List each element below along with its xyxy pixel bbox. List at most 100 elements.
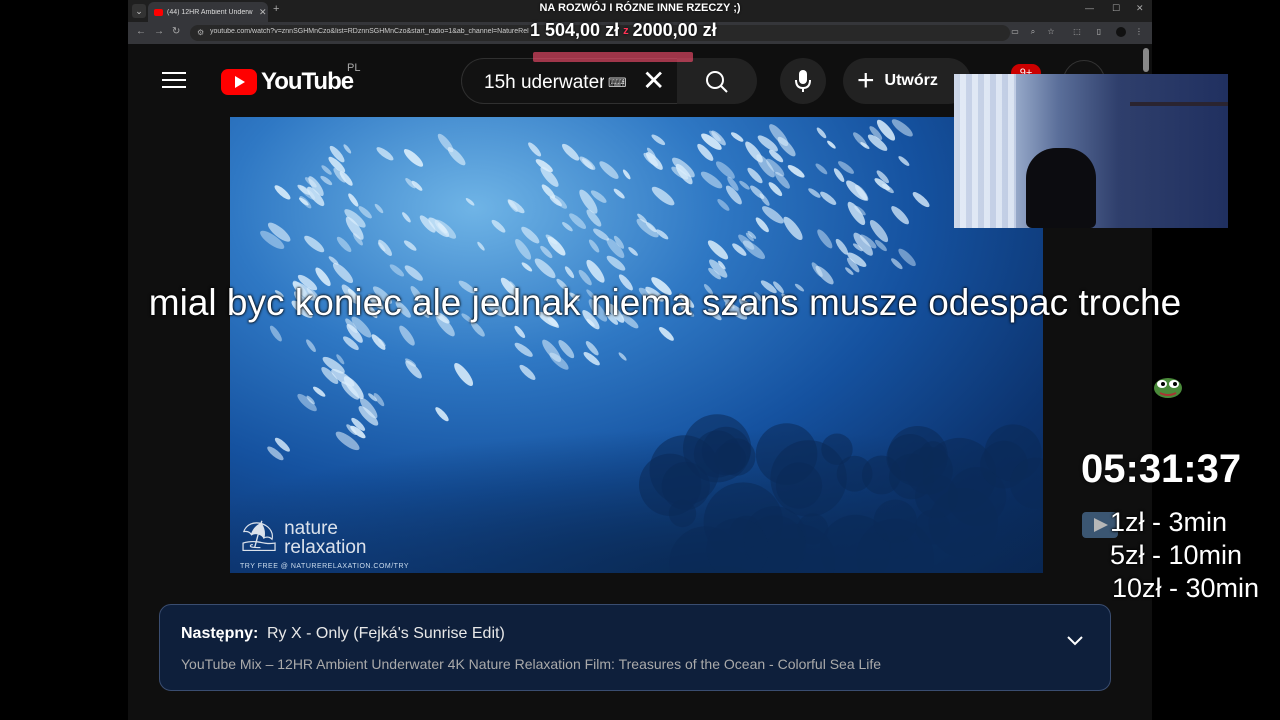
up-next-panel[interactable]: Następny: Ry X - Only (Fejká's Sunrise E… [159, 604, 1111, 691]
fish [817, 229, 833, 249]
fish [707, 240, 729, 260]
watermark-url: TRY FREE @ NATURERELAXATION.COM/TRY [240, 563, 410, 570]
fish [562, 222, 573, 232]
fish [588, 239, 600, 253]
fish [477, 241, 485, 251]
search-input[interactable] [482, 71, 606, 95]
rate-line: 1zł - 3min [1110, 507, 1228, 537]
fish [343, 144, 352, 154]
bookmark-star-icon[interactable]: ☆ [1046, 27, 1056, 37]
reef-coral [836, 455, 873, 492]
stream-goal-title: NA ROZWÓJ I RÓZNE INNE RZECZY ;) [539, 2, 741, 14]
fish [508, 199, 525, 214]
fish [815, 163, 828, 175]
webcam-overlay [954, 74, 1228, 228]
scrollbar-thumb[interactable] [1143, 48, 1149, 72]
rate-line: 5zł - 10min [1110, 540, 1243, 570]
goal-current: 1 504,00 zł [530, 20, 620, 40]
fish [618, 352, 627, 361]
chevron-down-icon[interactable] [1066, 635, 1084, 647]
fish [755, 217, 769, 233]
stream-caption: mial byc koniec ale jednak niema szans m… [148, 282, 1182, 323]
fish [593, 228, 610, 241]
create-label: Utwórz [884, 72, 938, 89]
fish [628, 246, 638, 256]
fish [437, 133, 454, 153]
up-next-label: Następny: [181, 625, 259, 642]
search-box[interactable]: ⌨ ✕ [461, 58, 677, 104]
fish [514, 325, 526, 339]
fish [269, 325, 282, 342]
video-player[interactable]: ⛱ nature relaxation TRY FREE @ NATUREREL… [230, 117, 1043, 573]
fish [651, 134, 666, 146]
youtube-logo-text: YouTube [261, 68, 354, 95]
voice-search-button[interactable] [780, 58, 826, 104]
fish [376, 147, 394, 161]
install-app-icon[interactable]: ▭ [1010, 27, 1020, 37]
reef-coral [915, 474, 959, 519]
fish [599, 161, 619, 179]
reload-icon[interactable]: ↻ [172, 26, 180, 37]
fish [514, 342, 533, 357]
fish [816, 127, 827, 139]
fish-school-scene [230, 119, 1043, 573]
fish [891, 206, 909, 225]
fish [528, 142, 542, 157]
back-icon[interactable]: ← [136, 26, 146, 37]
fish [534, 258, 556, 279]
fish [747, 167, 763, 184]
fish [374, 203, 384, 214]
forward-icon[interactable]: → [154, 26, 164, 37]
fish [521, 262, 533, 272]
menu-icon[interactable] [162, 72, 186, 93]
fish [853, 132, 867, 147]
rate-line: 10zł - 30min [1112, 573, 1260, 603]
create-button[interactable]: + Utwórz [843, 58, 971, 104]
split-view-icon[interactable]: ▯ [1094, 27, 1104, 37]
fish [835, 238, 849, 255]
fish [715, 161, 735, 179]
clear-search-icon[interactable]: ✕ [642, 65, 665, 97]
extensions-icon[interactable]: ⬚ [1072, 27, 1082, 37]
stream-goal-progress-bar [533, 52, 693, 62]
profile-avatar-icon[interactable] [1116, 27, 1126, 37]
fish [274, 185, 291, 200]
fish [613, 188, 625, 199]
fish [336, 236, 352, 253]
fish [579, 156, 596, 170]
fish [739, 180, 750, 190]
fish [783, 216, 803, 241]
fish [348, 193, 359, 207]
reef-coral [668, 499, 697, 528]
fish [403, 240, 417, 251]
fish [820, 191, 837, 205]
youtube-play-logo-icon [221, 69, 257, 95]
plus-icon: + [857, 64, 875, 97]
keyboard-icon[interactable]: ⌨ [608, 75, 627, 91]
search-icon [706, 71, 728, 93]
fish [320, 175, 333, 186]
fish [636, 218, 659, 238]
up-next-song[interactable]: Ry X - Only (Fejká's Sunrise Edit) [267, 625, 505, 643]
zoom-icon[interactable]: ⌕ [1028, 27, 1038, 37]
palm-hammock-icon: ⛱ [240, 520, 279, 553]
fish [321, 165, 332, 175]
webcam-curtain [960, 74, 1016, 228]
fish [403, 149, 424, 167]
up-next-mix-title: YouTube Mix – 12HR Ambient Underwater 4K… [181, 656, 882, 672]
microphone-icon [795, 70, 811, 92]
fish [846, 180, 868, 201]
fish [750, 185, 765, 199]
fish [622, 169, 631, 180]
fish [399, 325, 415, 346]
fish [891, 258, 903, 270]
watermark-line1: nature [284, 518, 338, 539]
country-code: PL [347, 62, 361, 74]
youtube-logo[interactable]: YouTube [221, 68, 354, 96]
site-info-icon[interactable]: ⚙ [197, 28, 204, 37]
fish [564, 266, 575, 279]
browser-menu-icon[interactable]: ⋮ [1134, 27, 1144, 37]
url-text[interactable]: youtube.com/watch?v=znnSGHMnCzo&list=RDz… [210, 28, 530, 35]
search-button[interactable] [677, 58, 757, 104]
pepe-emote-icon [1154, 378, 1182, 398]
